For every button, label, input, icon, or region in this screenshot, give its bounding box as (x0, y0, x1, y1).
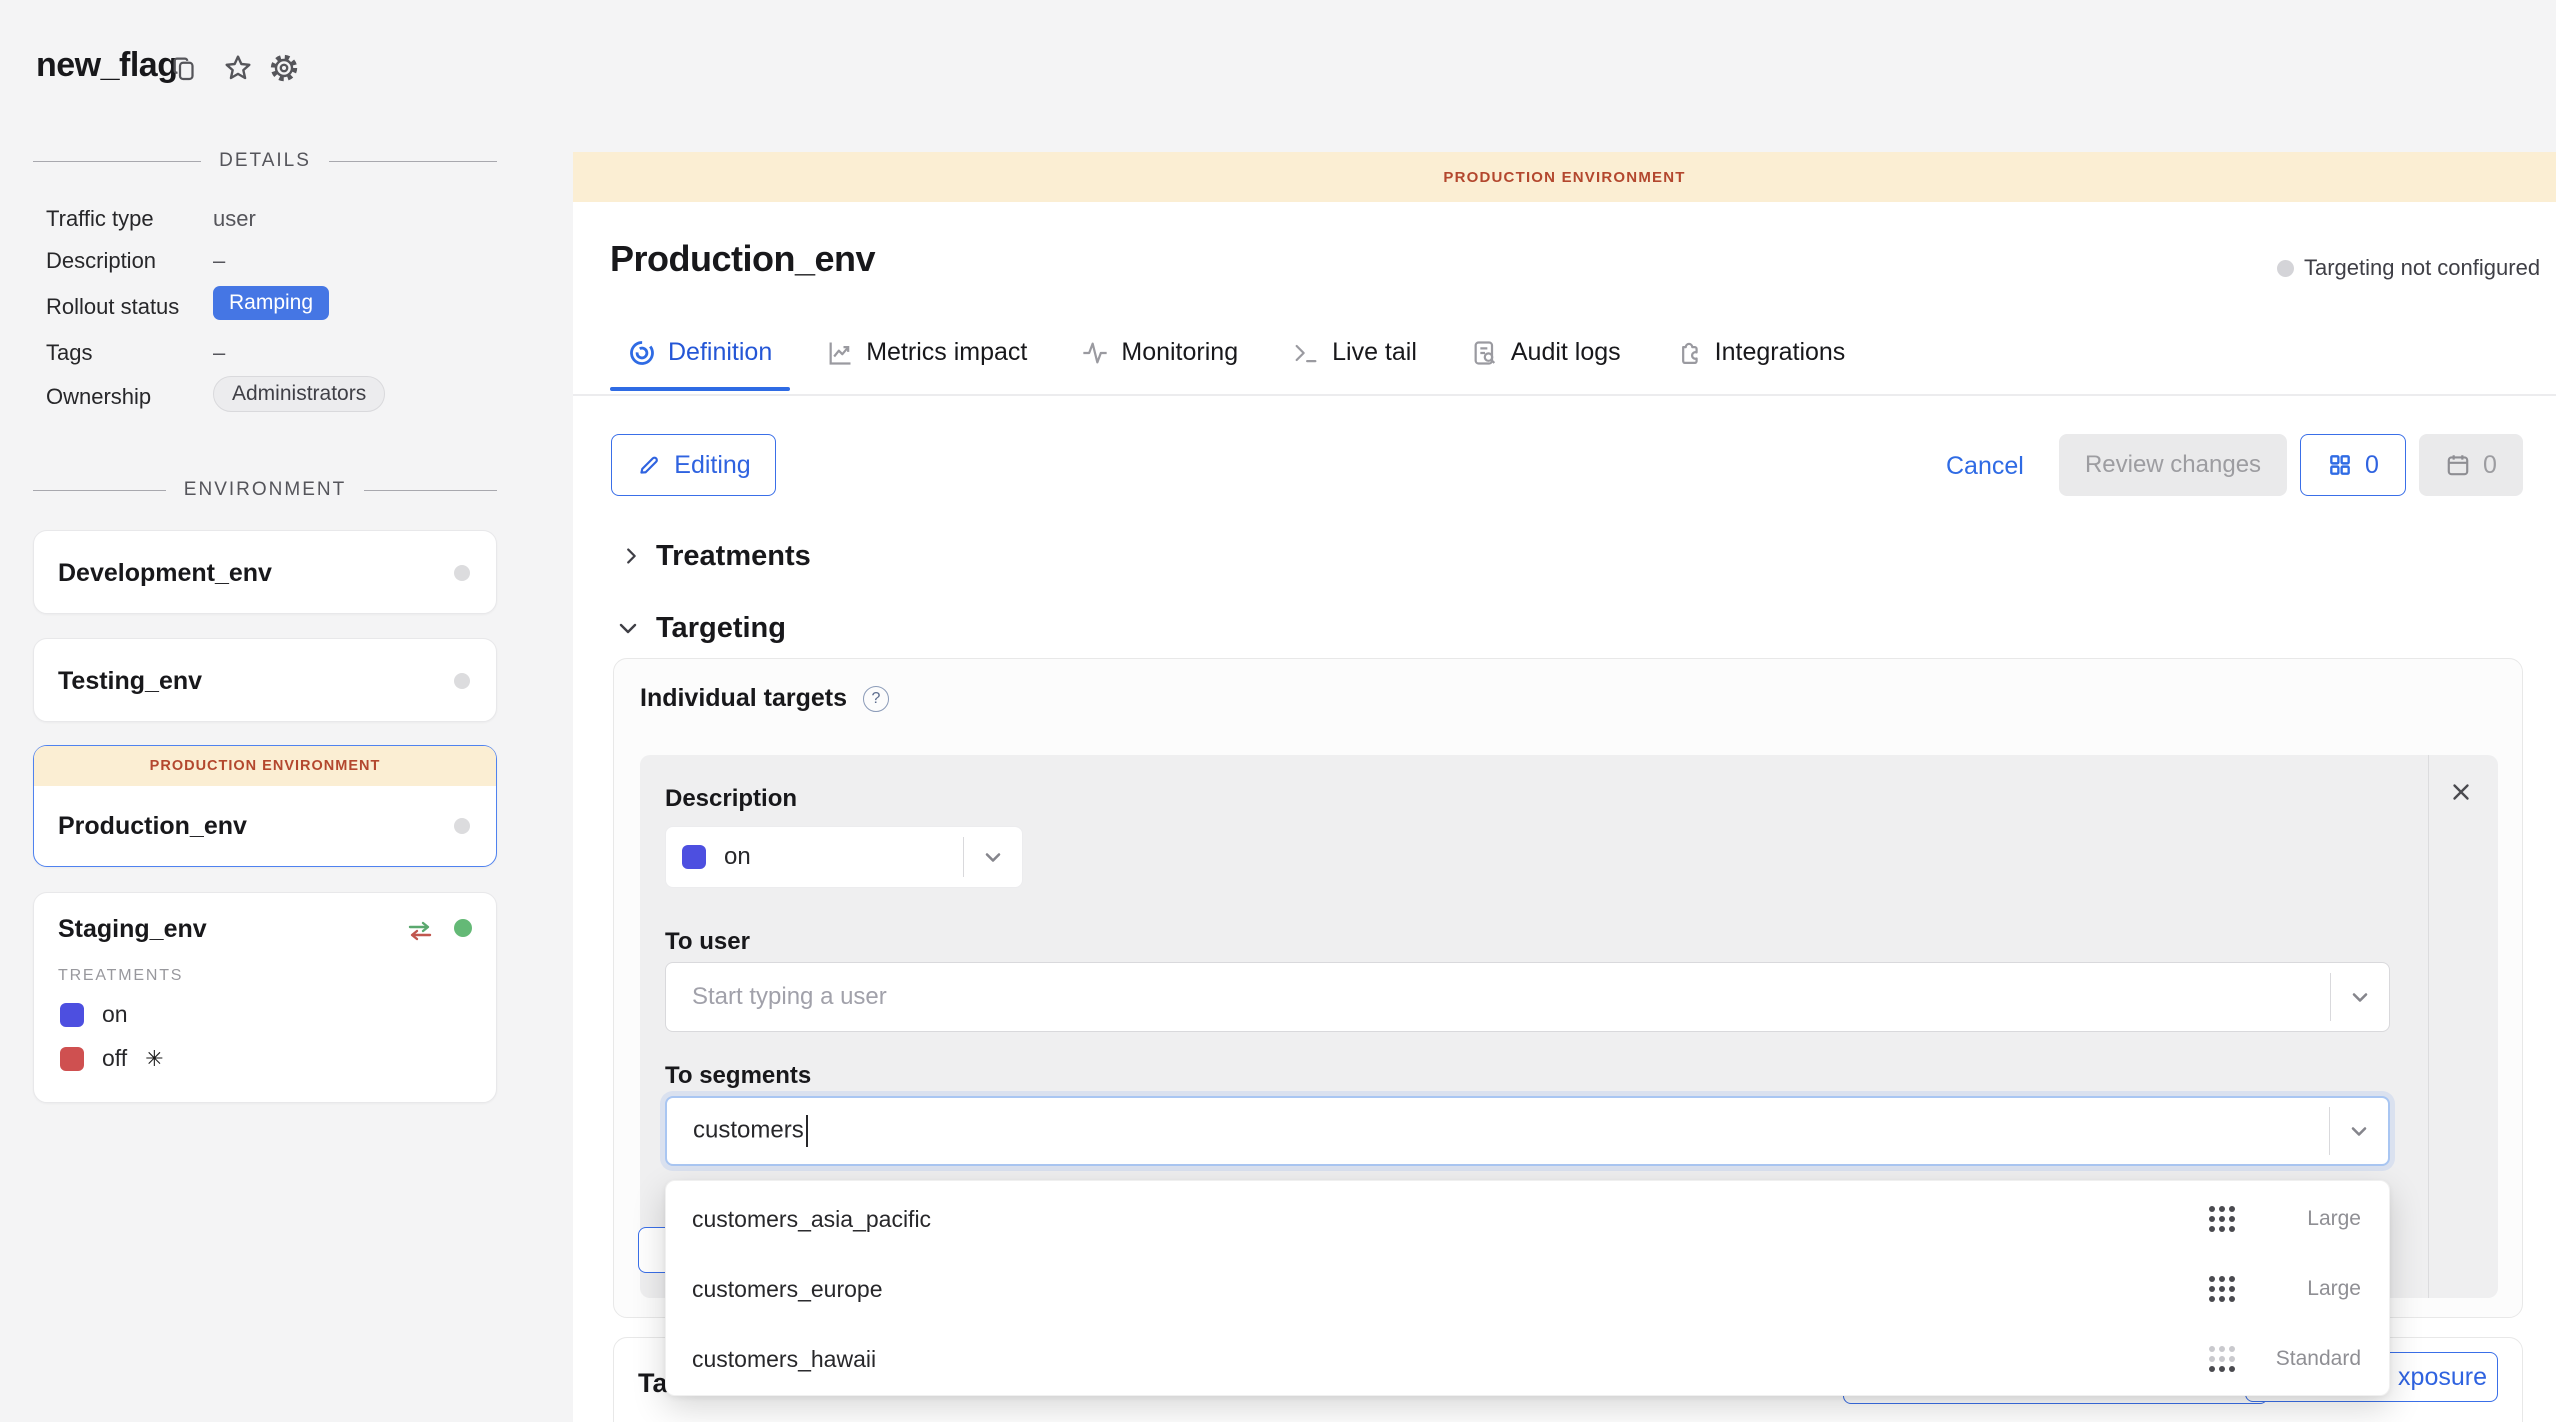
env-status-dot (454, 673, 470, 689)
environment-divider: ENVIRONMENT (33, 479, 497, 501)
targeting-chevron-down-icon[interactable] (616, 616, 640, 640)
detail-label: Traffic type (46, 206, 154, 232)
segment-option[interactable]: customers_asia_pacific Large (666, 1184, 2389, 1254)
pencil-icon (636, 452, 662, 478)
tab-bar: Definition Metrics impact Monitoring Liv… (628, 338, 1845, 389)
treatment-on-swatch (682, 845, 706, 869)
environment-title: Production_env (610, 238, 875, 280)
chevron-down-icon[interactable] (964, 845, 1022, 869)
to-segments-combobox[interactable]: customers (665, 1096, 2390, 1166)
env-status-dot (454, 565, 470, 581)
detail-label: Ownership (46, 384, 151, 410)
card-close-column (2428, 755, 2498, 1298)
ownership-pill[interactable]: Administrators (213, 376, 385, 412)
tab-metrics-impact[interactable]: Metrics impact (826, 338, 1027, 389)
details-heading: DETAILS (219, 150, 311, 172)
definition-icon (628, 339, 656, 367)
env-card-development[interactable]: Development_env (33, 530, 497, 614)
rollout-status-badge: Ramping (213, 286, 329, 320)
page-title: new_flag (36, 46, 177, 85)
treatment-off-swatch (60, 1047, 84, 1071)
status-dot (2277, 260, 2294, 277)
feature-flag-page: new_flag DETAILS Traffic type user Descr… (0, 0, 2556, 1422)
env-card-production[interactable]: PRODUCTION ENVIRONMENT Production_env (33, 745, 497, 867)
targeting-status: Targeting not configured (2277, 255, 2540, 281)
tab-audit-logs[interactable]: Audit logs (1471, 338, 1621, 389)
copy-icon[interactable] (170, 54, 200, 84)
tab-monitoring[interactable]: Monitoring (1081, 338, 1238, 389)
treatment-row-off: off ✳ (60, 1045, 164, 1072)
description-label: Description (665, 785, 797, 813)
live-tail-icon (1292, 339, 1320, 367)
help-icon[interactable]: ? (863, 686, 889, 712)
detail-label: Tags (46, 340, 92, 366)
to-user-input[interactable] (666, 983, 2330, 1011)
env-status-dot-active (454, 919, 472, 937)
segment-size-grid-icon (2209, 1346, 2235, 1372)
environment-heading: ENVIRONMENT (184, 479, 346, 501)
integrations-icon (1675, 339, 1703, 367)
gear-icon[interactable] (268, 52, 300, 84)
tab-live-tail[interactable]: Live tail (1292, 338, 1417, 389)
review-changes-button[interactable]: Review changes (2059, 434, 2287, 496)
to-user-label: To user (665, 928, 750, 956)
treatment-select-value: on (724, 843, 963, 871)
treatments-section-header[interactable]: Treatments (656, 540, 811, 573)
treatment-select[interactable]: on (665, 826, 1023, 888)
treatment-row-on: on (60, 1001, 128, 1028)
tabs-underline (573, 394, 2556, 396)
segment-size-grid-icon (2209, 1206, 2235, 1232)
chevron-down-icon[interactable] (2331, 985, 2389, 1009)
segment-option[interactable]: customers_hawaii Standard (666, 1324, 2389, 1394)
treatment-on-swatch (60, 1003, 84, 1027)
to-user-combobox (665, 962, 2390, 1032)
star-icon[interactable] (222, 52, 254, 84)
editing-button[interactable]: Editing (611, 434, 776, 496)
individual-targets-header: Individual targets ? (640, 684, 889, 713)
changes-counter-button[interactable]: 0 (2300, 434, 2406, 496)
treatments-caption: TREATMENTS (58, 967, 183, 985)
production-environment-banner: PRODUCTION ENVIRONMENT (573, 152, 2556, 202)
details-divider: DETAILS (33, 150, 497, 172)
tab-definition[interactable]: Definition (628, 338, 772, 389)
close-icon[interactable] (2448, 779, 2474, 805)
detail-value: – (213, 340, 225, 366)
default-treatment-asterisk-icon: ✳ (145, 1046, 163, 1072)
production-env-banner: PRODUCTION ENVIRONMENT (34, 746, 496, 786)
tab-integrations[interactable]: Integrations (1675, 338, 1846, 389)
monitoring-icon (1081, 339, 1109, 367)
calendar-icon (2445, 452, 2471, 478)
targeting-section-header[interactable]: Targeting (656, 612, 786, 645)
audit-logs-icon (1471, 339, 1499, 367)
env-card-testing[interactable]: Testing_env (33, 638, 497, 722)
detail-label: Description (46, 248, 156, 274)
next-section-heading: Ta (638, 1368, 668, 1399)
segment-option[interactable]: customers_europe Large (666, 1254, 2389, 1324)
chevron-down-icon[interactable] (2330, 1119, 2388, 1143)
cancel-button[interactable]: Cancel (1946, 452, 2024, 481)
env-status-dot (454, 818, 470, 834)
segments-dropdown: customers_asia_pacific Large customers_e… (665, 1180, 2390, 1396)
detail-value: – (213, 248, 225, 274)
text-caret (806, 1115, 808, 1147)
detail-value: user (213, 206, 256, 232)
to-segments-input-value[interactable]: customers (667, 1115, 2329, 1147)
sync-arrows-icon (406, 919, 434, 943)
to-segments-label: To segments (665, 1062, 811, 1090)
schedule-counter-button[interactable]: 0 (2419, 434, 2523, 496)
env-card-staging[interactable]: Staging_env TREATMENTS on off ✳ (33, 892, 497, 1103)
grid-icon (2327, 452, 2353, 478)
segment-size-grid-icon (2209, 1276, 2235, 1302)
metrics-impact-icon (826, 339, 854, 367)
treatments-chevron-right-icon[interactable] (620, 544, 642, 568)
detail-label: Rollout status (46, 294, 179, 320)
